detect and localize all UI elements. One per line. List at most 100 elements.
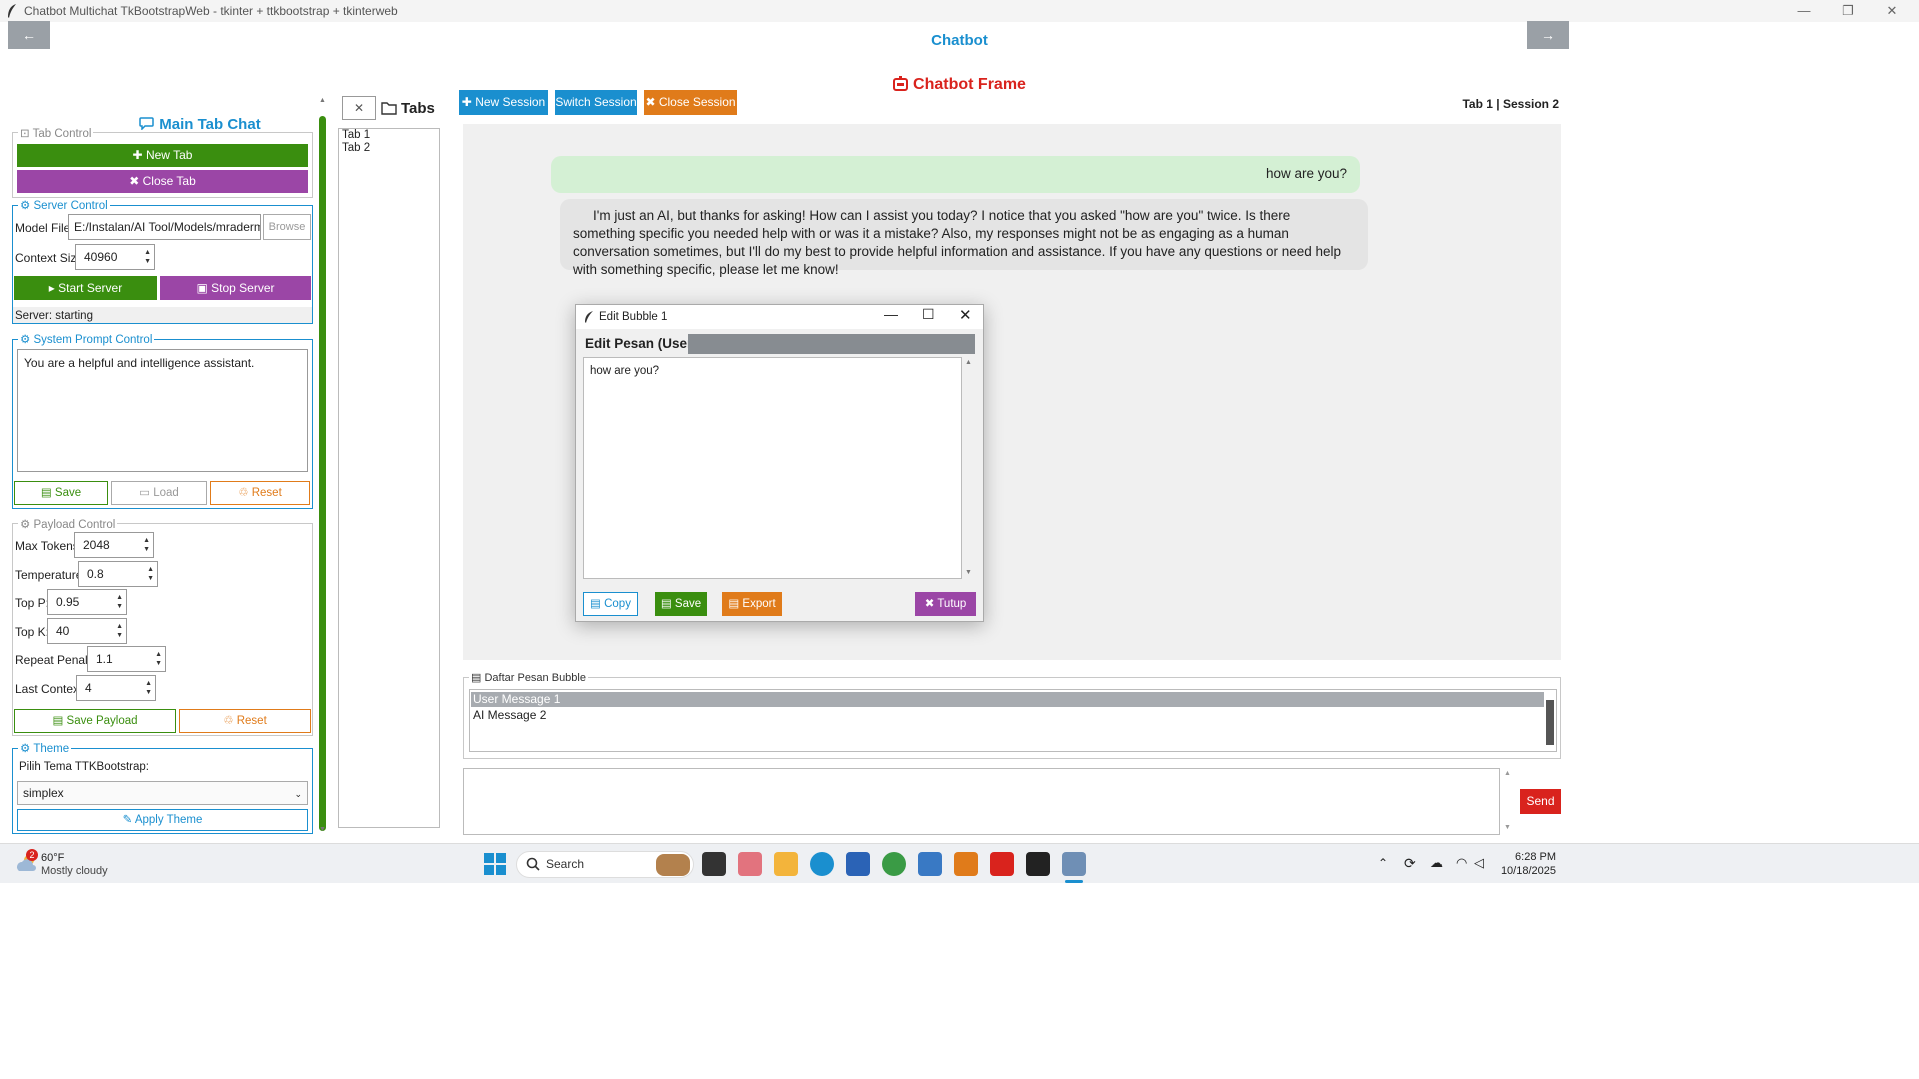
apply-theme-label: Apply Theme [134, 814, 203, 826]
weather-badge: 2 [26, 849, 38, 861]
store-icon[interactable] [846, 852, 870, 876]
scroll-up-icon[interactable]: ▲ [965, 359, 972, 366]
stop-server-button[interactable]: ▣ Stop Server [160, 276, 311, 300]
edit-bubble-dialog: Edit Bubble 1 — ☐ ✕ Edit Pesan (User): h… [575, 304, 984, 622]
dialog-save-label: Save [674, 598, 702, 610]
dialog-minimize-icon[interactable]: — [884, 306, 898, 322]
sublime-icon[interactable] [954, 852, 978, 876]
edge-icon[interactable] [810, 852, 834, 876]
save-payload-button[interactable]: ▤ Save Payload [14, 709, 176, 733]
list-icon: ▤ [471, 672, 482, 684]
dialog-close-icon[interactable]: ✕ [959, 306, 972, 324]
scroll-up-icon[interactable]: ▲ [319, 97, 326, 104]
dialog-save-button[interactable]: ▤ Save [655, 592, 707, 616]
spin-arrows-icon[interactable]: ▲ ▼ [143, 536, 150, 554]
folder-icon [381, 102, 397, 115]
dialog-textarea[interactable]: how are you? [583, 357, 962, 579]
windows-start-icon[interactable] [484, 853, 506, 875]
tab-control-label-text: Tab Control [32, 128, 92, 140]
main-tab-title-text: Main Tab Chat [159, 116, 261, 133]
file-explorer-icon[interactable] [774, 852, 798, 876]
temperature-spinbox[interactable]: 0.8 ▲ ▼ [78, 561, 158, 587]
cloud-off-icon[interactable]: ☁ [1430, 855, 1443, 871]
browse-button[interactable]: Browse [263, 214, 311, 240]
copilot-icon[interactable] [738, 852, 762, 876]
tabs-list: Tab 1 Tab 2 [338, 128, 440, 828]
window-title-bar: Chatbot Multichat TkBootstrapWeb - tkint… [0, 0, 1919, 22]
spin-arrows-icon[interactable]: ▲ ▼ [145, 679, 152, 697]
ai-bubble[interactable]: I'm just an AI, but thanks for asking! H… [560, 199, 1368, 277]
list-item[interactable]: User Message 1 [471, 692, 1544, 707]
system-prompt-textarea[interactable]: You are a helpful and intelligence assis… [17, 349, 308, 472]
app-title: Chatbot [931, 32, 988, 49]
close-session-button[interactable]: ✖ Close Session [644, 90, 737, 115]
chevron-up-icon[interactable]: ⌃ [1378, 856, 1388, 870]
scroll-up-icon[interactable]: ▲ [1504, 770, 1511, 777]
apply-theme-button[interactable]: ✎ Apply Theme [17, 809, 308, 831]
max-tokens-spinbox[interactable]: 2048 ▲ ▼ [74, 532, 154, 558]
gear-icon: ⚙ [20, 743, 31, 755]
close-tabs-panel-button[interactable]: ✕ [342, 96, 376, 120]
scroll-down-icon[interactable]: ▼ [319, 826, 326, 833]
save-prompt-button[interactable]: ▤ Save [14, 481, 108, 505]
bubble-list-scroll-thumb[interactable] [1546, 700, 1554, 745]
dialog-copy-button[interactable]: ▤ Copy [583, 592, 638, 616]
user-bubble[interactable]: how are you? [551, 156, 1360, 193]
save-prompt-label: Save [54, 487, 82, 499]
robot-app-icon[interactable] [990, 852, 1014, 876]
message-input[interactable] [463, 768, 1500, 835]
spin-arrows-icon[interactable]: ▲ ▼ [116, 622, 123, 640]
top-k-spinbox[interactable]: 40 ▲ ▼ [47, 618, 127, 644]
spin-arrows-icon[interactable]: ▲ ▼ [147, 565, 154, 583]
dialog-close-button[interactable]: ✖ Tutup [915, 592, 976, 616]
minimize-button[interactable]: — [1782, 0, 1826, 22]
tab-item-1[interactable]: Tab 1 [339, 129, 439, 142]
top-p-spinbox[interactable]: 0.95 ▲ ▼ [47, 589, 127, 615]
context-size-spinbox[interactable]: 40960 ▲ ▼ [75, 244, 155, 270]
dialog-maximize-icon[interactable]: ☐ [922, 306, 935, 323]
close-session-label: Close Session [658, 95, 736, 109]
spin-arrows-icon[interactable]: ▲ ▼ [116, 593, 123, 611]
volume-icon[interactable]: ◁ [1474, 855, 1484, 871]
close-tab-button[interactable]: ✖ Close Tab [17, 170, 308, 193]
reset-payload-button[interactable]: ♲ Reset [179, 709, 311, 733]
task-view-icon[interactable] [702, 852, 726, 876]
stop-icon: ▣ [196, 281, 208, 295]
start-server-button[interactable]: ▸ Start Server [14, 276, 157, 300]
left-panel-scroll-thumb[interactable] [319, 116, 326, 831]
sync-icon[interactable]: ⟳ [1404, 855, 1416, 872]
scroll-down-icon[interactable]: ▼ [1504, 824, 1511, 831]
taskbar-time[interactable]: 6:28 PM [1500, 851, 1556, 863]
system-prompt-label-text: System Prompt Control [33, 334, 153, 346]
last-context-spinbox[interactable]: 4 ▲ ▼ [76, 675, 156, 701]
terminal-icon[interactable] [1026, 852, 1050, 876]
restore-button[interactable]: ❐ [1826, 0, 1870, 22]
repeat-penalty-spinbox[interactable]: 1.1 ▲ ▼ [87, 646, 166, 672]
spin-arrows-icon[interactable]: ▲ ▼ [155, 650, 162, 668]
folder-icon: ▭ [139, 487, 151, 499]
new-tab-button[interactable]: ✚ New Tab [17, 144, 308, 167]
load-prompt-button[interactable]: ▭ Load [111, 481, 207, 505]
wifi-icon[interactable]: ◠ [1456, 855, 1467, 871]
robot-icon [893, 76, 909, 91]
tab-item-2[interactable]: Tab 2 [339, 142, 439, 155]
switch-session-button[interactable]: Switch Session [555, 90, 637, 115]
chrome-icon[interactable] [882, 852, 906, 876]
reset-prompt-button[interactable]: ♲ Reset [210, 481, 310, 505]
new-session-button[interactable]: ✚ New Session [459, 90, 548, 115]
list-item[interactable]: AI Message 2 [471, 708, 546, 723]
server-status: Server: starting [15, 310, 93, 322]
server-control-label-text: Server Control [33, 200, 108, 212]
send-button[interactable]: Send [1520, 789, 1561, 814]
bubble-list-label-text: Daftar Pesan Bubble [484, 672, 586, 684]
spin-arrows-icon[interactable]: ▲ ▼ [144, 248, 151, 266]
theme-select[interactable]: simplex ⌄ [17, 781, 308, 805]
close-window-button[interactable]: ✕ [1870, 0, 1914, 22]
floppy-icon: ▤ [660, 598, 672, 610]
python-app-icon[interactable] [1062, 852, 1086, 876]
dialog-export-button[interactable]: ▤ Export [722, 592, 782, 616]
monitor-icon[interactable] [918, 852, 942, 876]
scroll-down-icon[interactable]: ▼ [965, 569, 972, 576]
taskbar-date[interactable]: 10/18/2025 [1490, 865, 1556, 877]
model-file-input[interactable]: E:/Instalan/AI Tool/Models/mradermacher [68, 214, 261, 240]
